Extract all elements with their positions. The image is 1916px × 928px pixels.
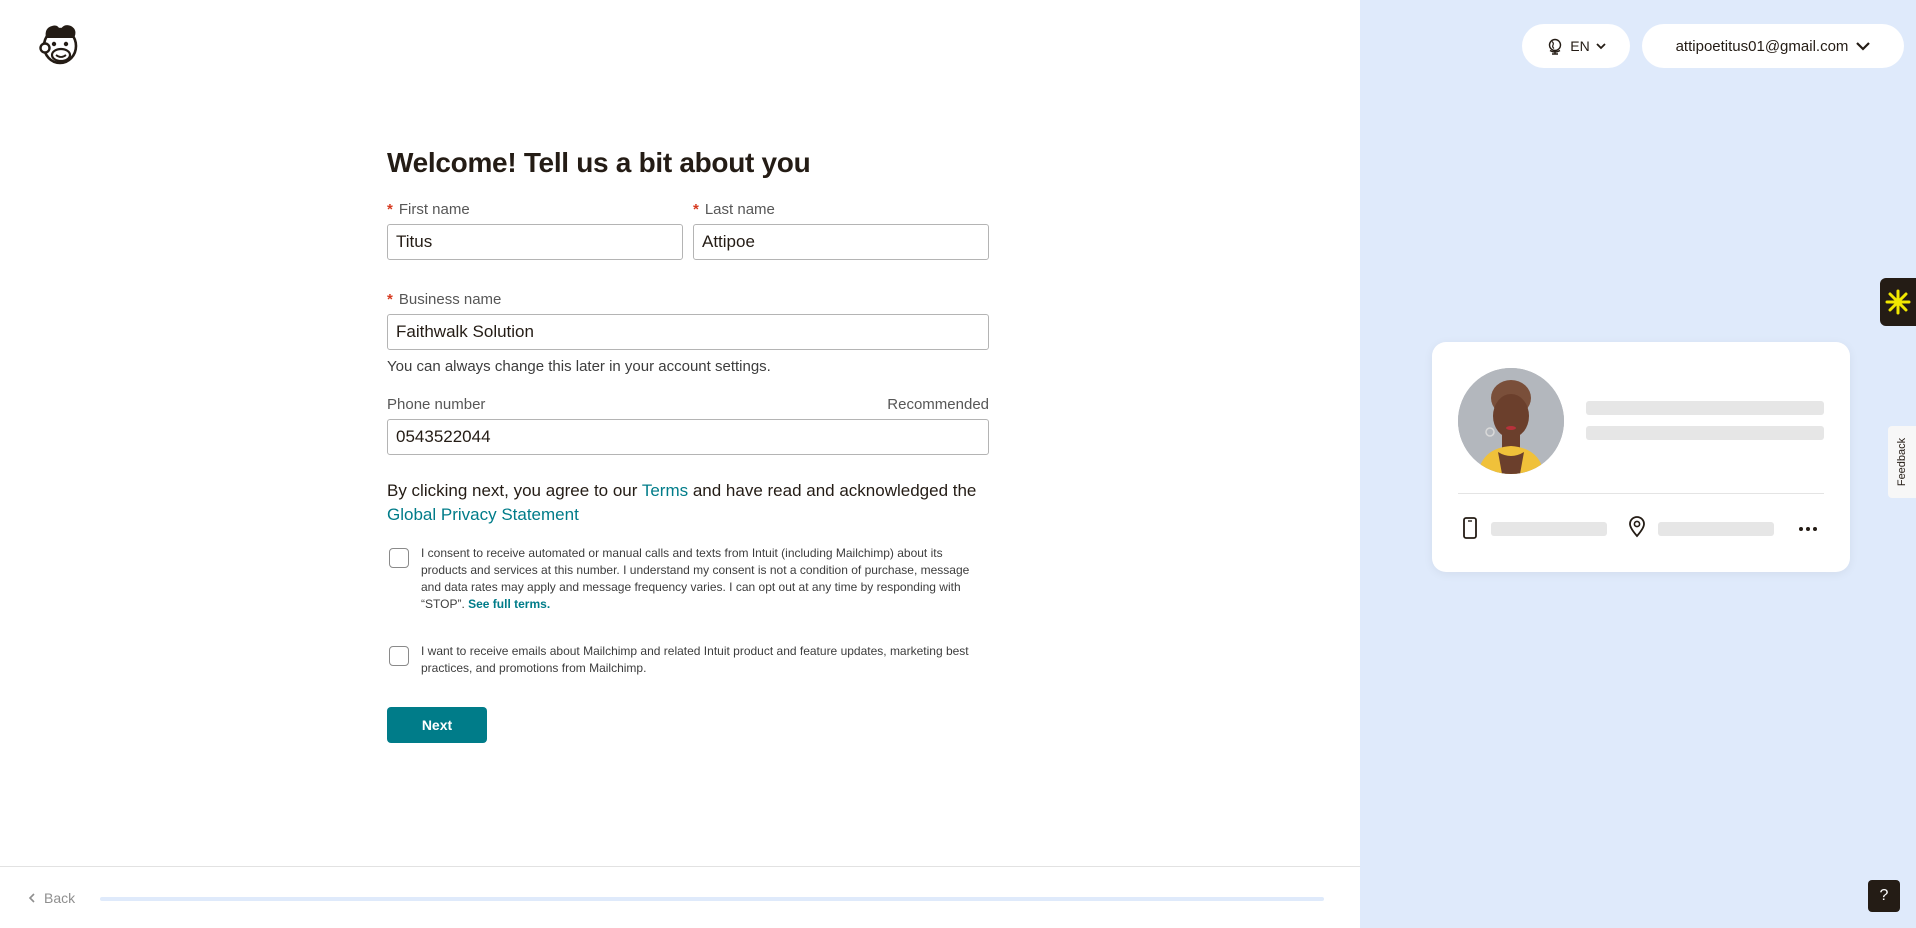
- phone-label: Phone number: [387, 396, 486, 413]
- language-selector[interactable]: EN: [1522, 24, 1630, 68]
- business-name-field: * Business name You can always change thi…: [387, 290, 989, 375]
- recommended-badge: Recommended: [887, 396, 989, 413]
- first-name-input[interactable]: [387, 224, 683, 260]
- globe-icon: [1549, 38, 1562, 55]
- asterisk-icon: [1885, 289, 1911, 315]
- see-full-terms-link[interactable]: See full terms.: [468, 597, 550, 611]
- required-mark: *: [387, 201, 393, 218]
- help-button[interactable]: ?: [1868, 880, 1900, 912]
- back-label: Back: [44, 890, 76, 906]
- assistant-tab[interactable]: [1880, 278, 1916, 326]
- first-name-label: First name: [398, 201, 470, 218]
- chevron-down-icon: [1856, 41, 1871, 51]
- business-name-input[interactable]: [387, 314, 989, 350]
- avatar: [1458, 368, 1564, 474]
- phone-input[interactable]: [387, 419, 989, 455]
- consent-calls-row: I consent to receive automated or manual…: [387, 545, 989, 613]
- chevron-down-icon: [1596, 42, 1606, 49]
- location-pin-icon: [1629, 516, 1645, 538]
- chevron-left-icon: [28, 893, 35, 903]
- privacy-statement-link[interactable]: Global Privacy Statement: [387, 505, 579, 524]
- placeholder-line: [1586, 426, 1824, 440]
- consent-calls-checkbox[interactable]: [389, 548, 409, 568]
- consent-emails-checkbox[interactable]: [389, 646, 409, 666]
- consent-emails-row: I want to receive emails about Mailchimp…: [387, 643, 989, 677]
- person-photo: [1458, 368, 1564, 474]
- phone-icon: [1463, 517, 1477, 539]
- page-title: Welcome! Tell us a bit about you: [387, 147, 811, 178]
- placeholder-line: [1586, 401, 1824, 415]
- next-button[interactable]: Next: [387, 707, 487, 743]
- last-name-input[interactable]: [693, 224, 989, 260]
- language-label: EN: [1570, 38, 1590, 54]
- account-email: attipoetitus01@gmail.com: [1675, 37, 1849, 55]
- contact-preview-card: [1432, 342, 1850, 572]
- phone-field: Phone number Recommended: [387, 395, 989, 455]
- placeholder-line: [1491, 522, 1607, 536]
- card-divider: [1458, 493, 1824, 494]
- about-you-form: Welcome! Tell us a bit about you * First …: [387, 140, 989, 743]
- more-options-icon: [1799, 527, 1817, 531]
- mailchimp-logo-icon[interactable]: [38, 22, 82, 66]
- last-name-field: * Last name: [693, 200, 989, 260]
- business-name-hint: You can always change this later in your…: [387, 358, 771, 375]
- main-panel: Welcome! Tell us a bit about you * First …: [0, 0, 1360, 928]
- required-mark: *: [693, 201, 699, 218]
- required-mark: *: [387, 291, 393, 308]
- feedback-label: Feedback: [1896, 437, 1908, 487]
- first-name-field: * First name: [387, 200, 683, 260]
- footer-divider: [0, 866, 1360, 867]
- agreement-text: By clicking next, you agree to our Terms…: [387, 481, 977, 524]
- back-button[interactable]: Back: [28, 890, 75, 906]
- last-name-label: Last name: [704, 201, 775, 218]
- account-menu[interactable]: attipoetitus01@gmail.com: [1642, 24, 1904, 68]
- consent-emails-text: I want to receive emails about Mailchimp…: [421, 644, 969, 675]
- placeholder-line: [1658, 522, 1774, 536]
- business-name-label: Business name: [398, 291, 502, 308]
- feedback-tab[interactable]: Feedback: [1888, 426, 1916, 498]
- progress-bar: [100, 897, 1324, 901]
- terms-link[interactable]: Terms: [642, 481, 688, 500]
